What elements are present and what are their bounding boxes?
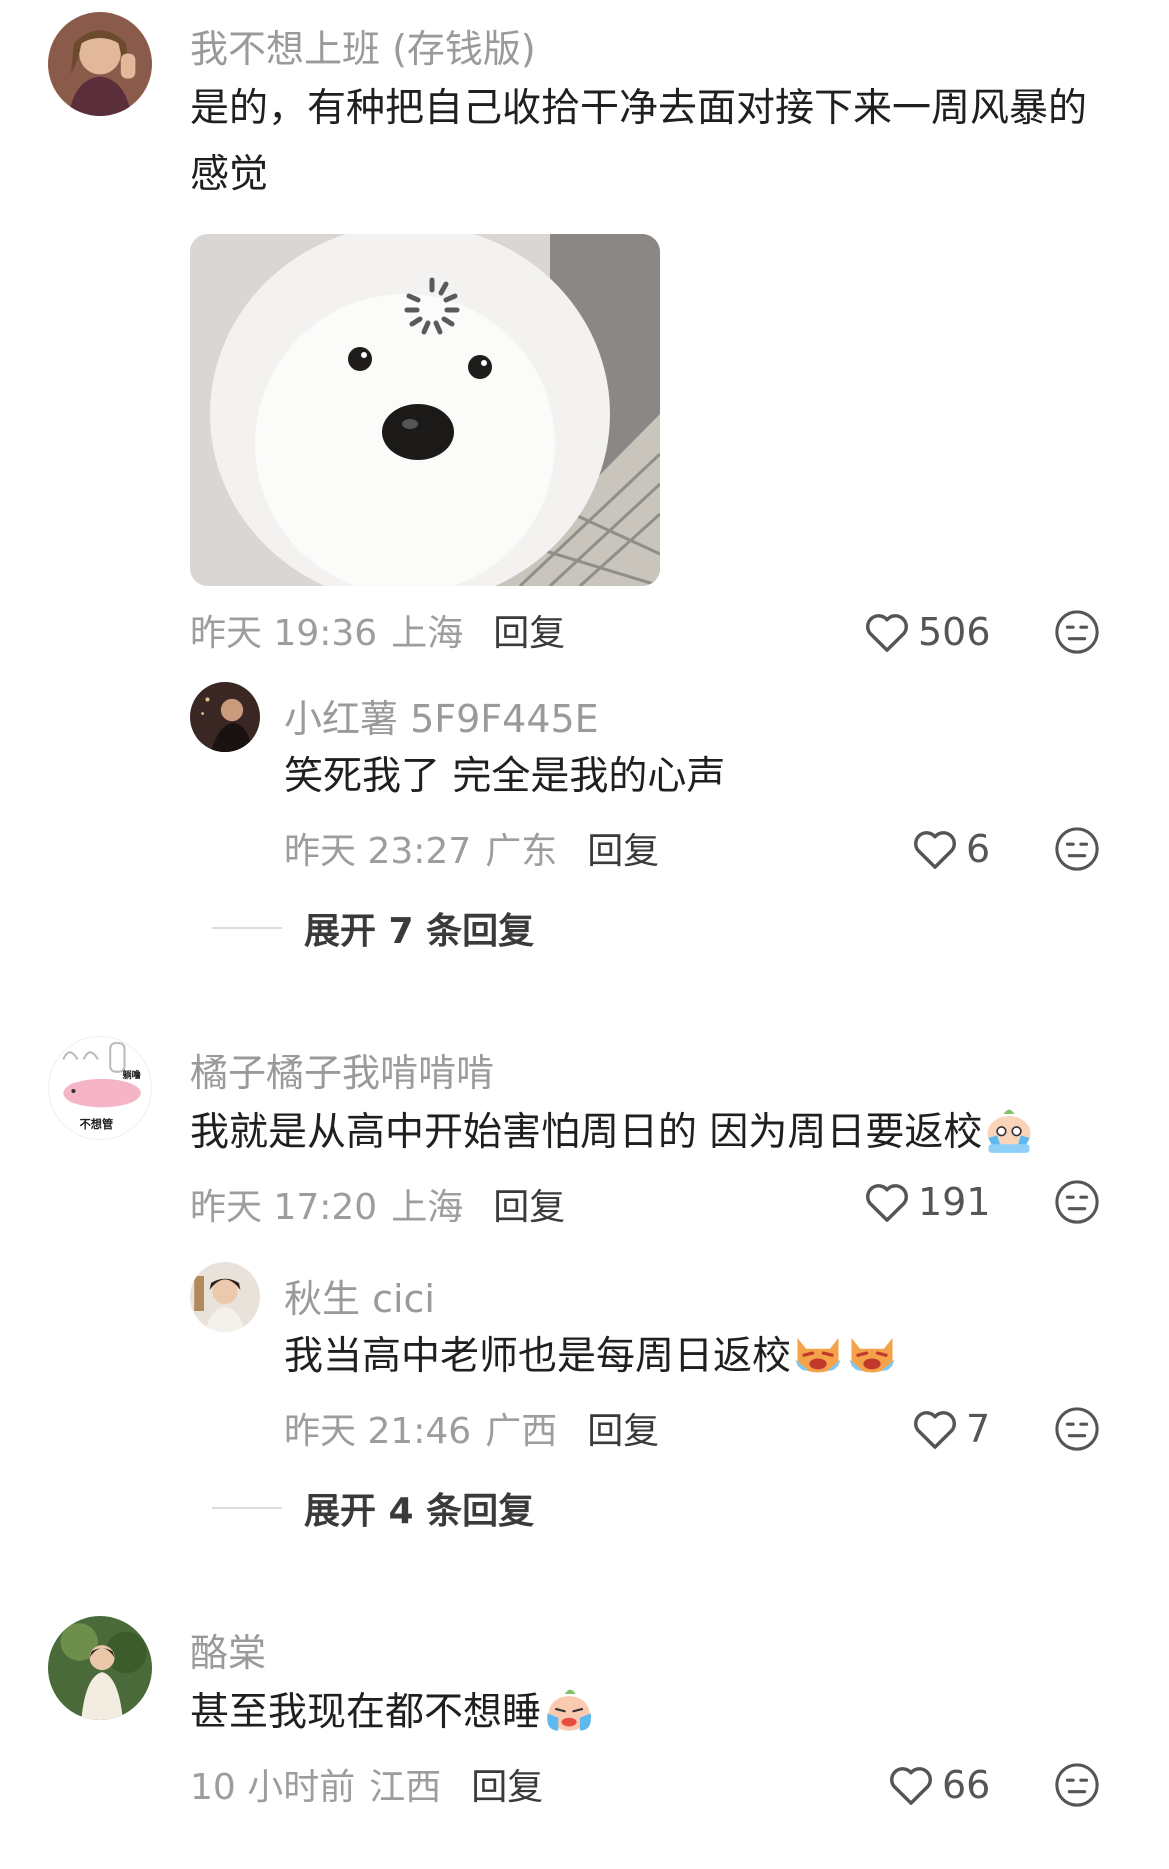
- comment-meta: 昨天 17:20 上海 回复: [190, 1178, 565, 1230]
- reply-button[interactable]: 回复: [587, 1402, 659, 1454]
- like-button[interactable]: 7: [912, 1404, 990, 1454]
- expand-replies-label: 展开 4 条回复: [304, 1491, 535, 1532]
- angry-cat-emoji-icon: [791, 1327, 845, 1377]
- emoji-reaction-button[interactable]: [1054, 609, 1100, 655]
- expand-replies-button[interactable]: 展开 7 条回复: [212, 902, 534, 954]
- like-count: 7: [966, 1407, 991, 1451]
- divider-line: [212, 1507, 282, 1509]
- heart-outline-icon: [914, 1411, 956, 1449]
- like-count: 6: [966, 827, 991, 871]
- like-count: 191: [918, 1180, 991, 1224]
- divider-line: [212, 927, 282, 929]
- reply-meta: 昨天 21:46 广西 回复: [284, 1402, 659, 1454]
- reply-username[interactable]: 秋生 cici: [284, 1268, 435, 1323]
- like-count: 506: [918, 610, 991, 654]
- reply-button[interactable]: 回复: [471, 1758, 543, 1810]
- avatar-sticker-text-2: 躺噜: [121, 1069, 140, 1081]
- comment-location: 上海: [391, 613, 464, 654]
- reply-text: 我当高中老师也是每周日返校: [284, 1324, 899, 1390]
- comment-text-body: 甚至我现在都不想睡: [190, 1690, 542, 1735]
- avatar[interactable]: [190, 1262, 260, 1332]
- comment-meta: 昨天 19:36 上海 回复: [190, 604, 565, 656]
- reply-text-body: 我当高中老师也是每周日返校: [284, 1334, 792, 1379]
- heart-outline-icon: [866, 614, 908, 652]
- like-count: 66: [942, 1763, 991, 1807]
- comment-image[interactable]: [190, 234, 660, 586]
- reply-button[interactable]: 回复: [493, 1178, 565, 1230]
- reply-time: 昨天 23:27: [284, 831, 472, 872]
- comment-text: 我就是从高中开始害怕周日的 因为周日要返校: [190, 1100, 1036, 1166]
- reply-time: 昨天 21:46: [284, 1411, 472, 1452]
- neutral-face-icon: [1055, 827, 1099, 871]
- comment-text: 是的，有种把自己收拾干净去面对接下来一周风暴的感觉: [190, 86, 1088, 197]
- avatar-sticker-text: 不想管: [80, 1117, 114, 1131]
- crying-emoji-icon: [541, 1683, 595, 1733]
- like-button[interactable]: 6: [912, 824, 990, 874]
- comment-time: 昨天 19:36: [190, 613, 378, 654]
- angry-cat-emoji-icon: [845, 1327, 899, 1377]
- reply-button[interactable]: 回复: [587, 822, 659, 874]
- comment-time: 昨天 17:20: [190, 1187, 378, 1228]
- reply-text: 笑死我了 完全是我的心声: [284, 754, 726, 799]
- crying-emoji-icon: [982, 1103, 1036, 1153]
- emoji-reaction-button[interactable]: [1054, 826, 1100, 872]
- reply-meta: 昨天 23:27 广东 回复: [284, 822, 659, 874]
- comment-meta: 10 小时前 江西 回复: [190, 1758, 543, 1810]
- heart-outline-icon: [866, 1184, 908, 1222]
- avatar[interactable]: [48, 12, 152, 116]
- emoji-reaction-button[interactable]: [1054, 1406, 1100, 1452]
- avatar[interactable]: 不想管 躺噜: [48, 1036, 152, 1140]
- reply-button[interactable]: 回复: [493, 604, 565, 656]
- reply-location: 广东: [485, 831, 558, 872]
- comment-time: 10 小时前: [190, 1767, 356, 1808]
- heart-outline-icon: [914, 831, 956, 869]
- comment-username[interactable]: 酪棠: [190, 1622, 266, 1677]
- avatar[interactable]: [190, 682, 260, 752]
- comment-username[interactable]: 橘子橘子我啃啃啃: [190, 1042, 494, 1097]
- neutral-face-icon: [1055, 1407, 1099, 1451]
- neutral-face-icon: [1055, 1180, 1099, 1224]
- emoji-reaction-button[interactable]: [1054, 1179, 1100, 1225]
- emoji-reaction-button[interactable]: [1054, 1762, 1100, 1808]
- heart-outline-icon: [890, 1767, 932, 1805]
- avatar[interactable]: [48, 1616, 152, 1720]
- expand-replies-label: 展开 7 条回复: [304, 911, 535, 952]
- like-button[interactable]: 506: [864, 607, 991, 657]
- neutral-face-icon: [1055, 610, 1099, 654]
- comment-text: 甚至我现在都不想睡: [190, 1680, 595, 1746]
- expand-replies-button[interactable]: 展开 4 条回复: [212, 1482, 534, 1534]
- comment-username[interactable]: 我不想上班 (存钱版): [190, 18, 536, 73]
- like-button[interactable]: 191: [864, 1177, 991, 1227]
- reply-username[interactable]: 小红薯 5F9F445E: [284, 688, 599, 743]
- like-button[interactable]: 66: [888, 1760, 990, 1810]
- comment-location: 江西: [369, 1767, 442, 1808]
- comment-location: 上海: [391, 1187, 464, 1228]
- reply-location: 广西: [485, 1411, 558, 1452]
- neutral-face-icon: [1055, 1763, 1099, 1807]
- comment-text-body: 我就是从高中开始害怕周日的 因为周日要返校: [190, 1110, 983, 1155]
